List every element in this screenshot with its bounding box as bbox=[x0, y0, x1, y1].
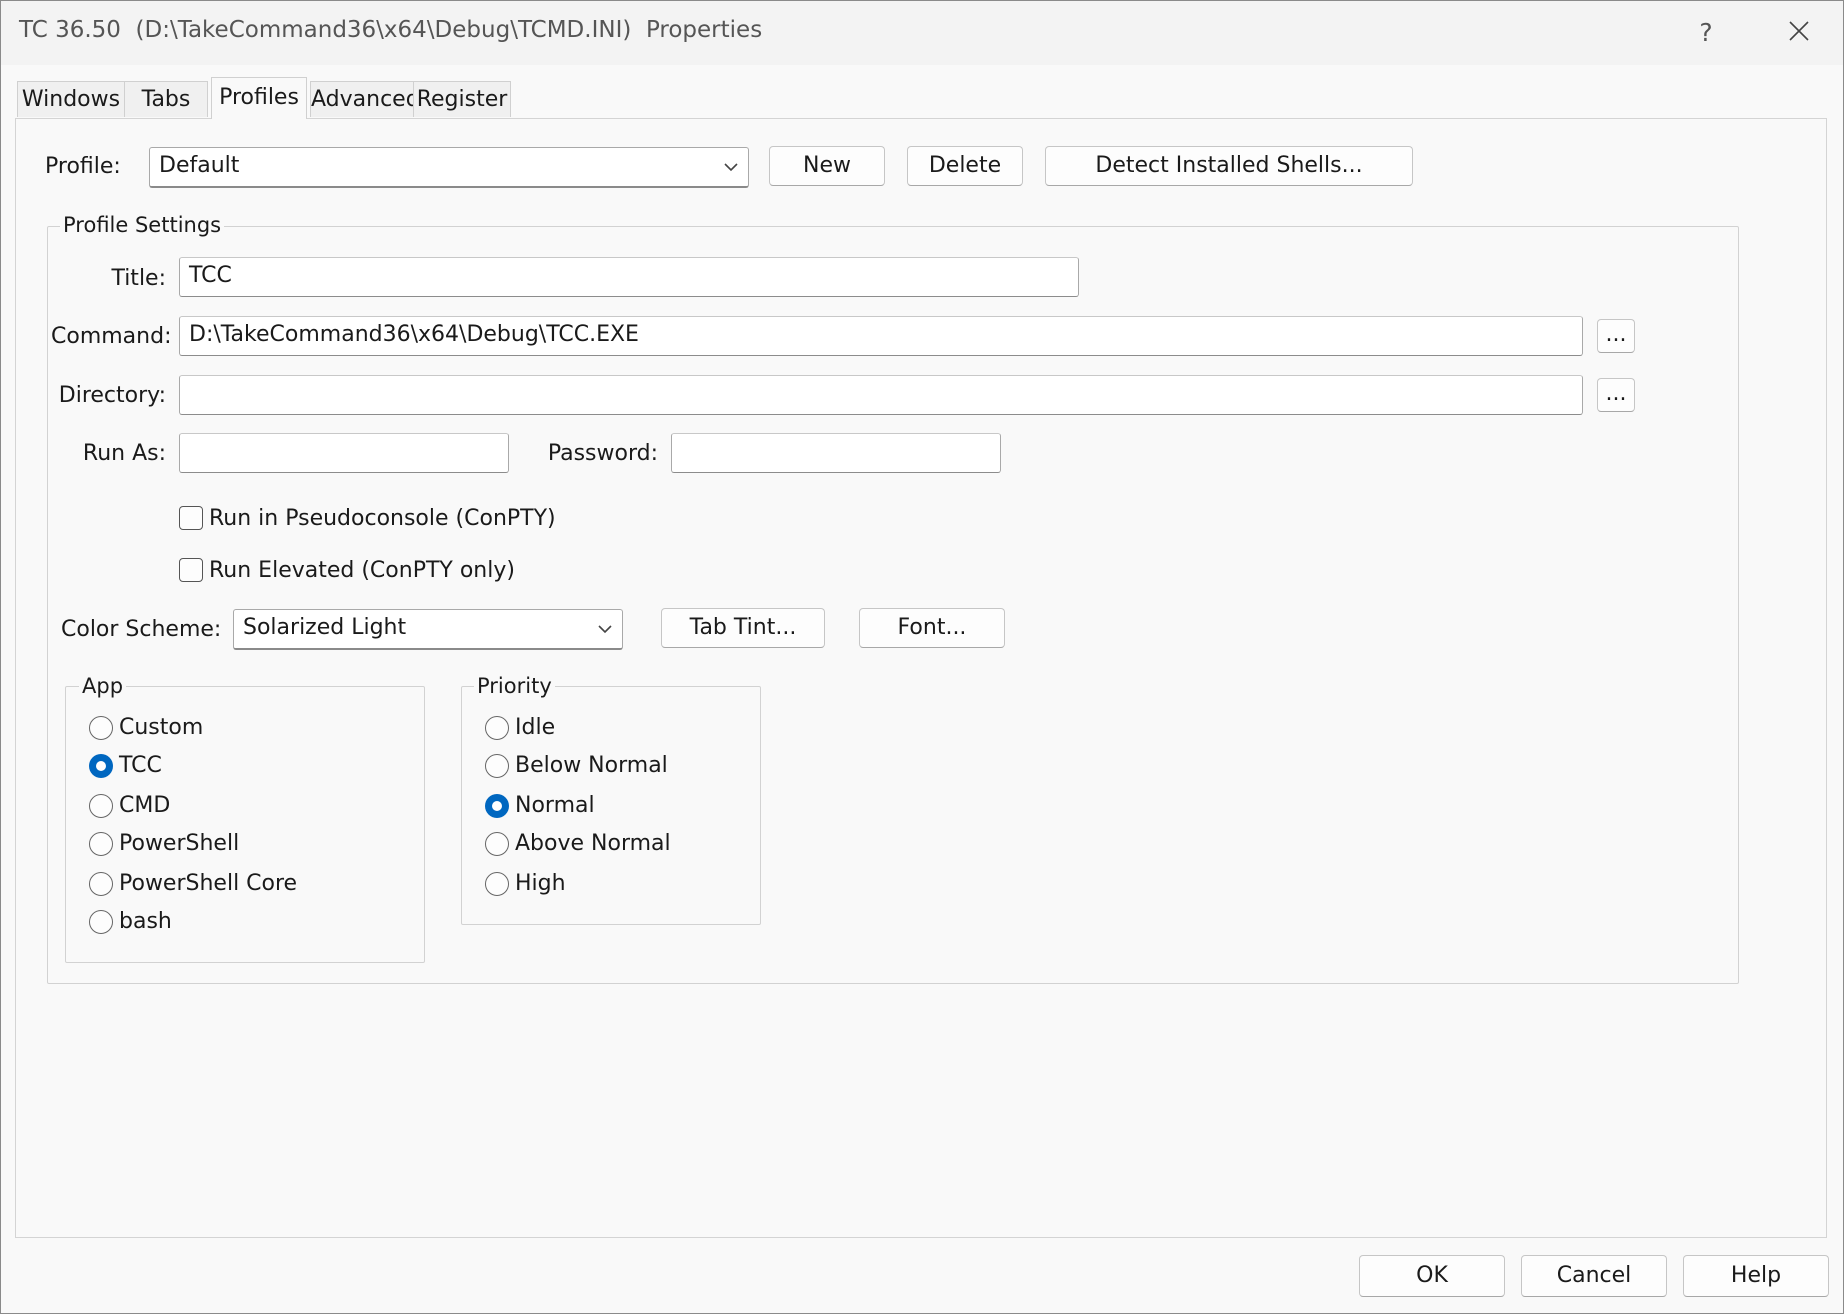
conpty-checkbox[interactable] bbox=[179, 506, 203, 530]
app-option-label[interactable]: bash bbox=[119, 909, 172, 934]
ok-button[interactable]: OK bbox=[1359, 1255, 1505, 1297]
font-button[interactable]: Font... bbox=[859, 608, 1005, 648]
close-button[interactable] bbox=[1771, 11, 1827, 55]
tab-advanced[interactable]: Advanced bbox=[310, 81, 420, 117]
app-radio[interactable] bbox=[89, 910, 113, 934]
tab-register[interactable]: Register bbox=[413, 81, 511, 117]
directory-input[interactable] bbox=[179, 375, 1583, 415]
tab-tint-button[interactable]: Tab Tint... bbox=[661, 608, 825, 648]
password-label: Password: bbox=[547, 441, 658, 466]
profile-label: Profile: bbox=[45, 154, 121, 179]
elevated-checkbox[interactable] bbox=[179, 558, 203, 582]
priority-radio[interactable] bbox=[485, 832, 509, 856]
app-radio[interactable] bbox=[89, 794, 113, 818]
conpty-label[interactable]: Run in Pseudoconsole (ConPTY) bbox=[209, 506, 556, 531]
new-button[interactable]: New bbox=[769, 146, 885, 186]
profile-settings-title: Profile Settings bbox=[60, 213, 225, 237]
color-scheme-label: Color Scheme: bbox=[61, 617, 222, 642]
tab-profiles[interactable]: Profiles bbox=[211, 77, 307, 119]
directory-browse-button[interactable]: ... bbox=[1597, 378, 1635, 412]
profile-select[interactable]: Default bbox=[149, 147, 749, 188]
runas-label: Run As: bbox=[82, 441, 166, 466]
app-radio[interactable] bbox=[89, 832, 113, 856]
app-radio[interactable] bbox=[89, 754, 113, 778]
detect-shells-button[interactable]: Detect Installed Shells... bbox=[1045, 146, 1413, 186]
command-input[interactable]: D:\TakeCommand36\x64\Debug\TCC.EXE bbox=[179, 316, 1583, 356]
chevron-down-icon bbox=[598, 625, 612, 634]
priority-radio[interactable] bbox=[485, 754, 509, 778]
tab-windows[interactable]: Windows bbox=[17, 81, 125, 117]
chevron-down-icon bbox=[724, 163, 738, 172]
color-scheme-select[interactable]: Solarized Light bbox=[233, 609, 623, 650]
priority-option-label[interactable]: Above Normal bbox=[515, 831, 671, 856]
priority-radio[interactable] bbox=[485, 716, 509, 740]
runas-input[interactable] bbox=[179, 433, 509, 473]
app-radio[interactable] bbox=[89, 872, 113, 896]
title-input[interactable]: TCC bbox=[179, 257, 1079, 297]
tab-tabs[interactable]: Tabs bbox=[124, 81, 208, 117]
priority-radio[interactable] bbox=[485, 872, 509, 896]
directory-label: Directory: bbox=[58, 383, 166, 408]
window-title: TC 36.50 (D:\TakeCommand36\x64\Debug\TCM… bbox=[19, 17, 763, 43]
close-icon bbox=[1789, 21, 1809, 41]
app-option-label[interactable]: TCC bbox=[119, 753, 162, 778]
help-button[interactable]: Help bbox=[1683, 1255, 1829, 1297]
app-option-label[interactable]: CMD bbox=[119, 793, 170, 818]
priority-radio[interactable] bbox=[485, 794, 509, 818]
priority-option-label[interactable]: Idle bbox=[515, 715, 555, 740]
properties-dialog: TC 36.50 (D:\TakeCommand36\x64\Debug\TCM… bbox=[0, 0, 1844, 1314]
app-option-label[interactable]: PowerShell bbox=[119, 831, 239, 856]
command-label: Command: bbox=[51, 324, 172, 349]
app-option-label[interactable]: PowerShell Core bbox=[119, 871, 297, 896]
password-input[interactable] bbox=[671, 433, 1001, 473]
elevated-label[interactable]: Run Elevated (ConPTY only) bbox=[209, 558, 515, 583]
delete-button[interactable]: Delete bbox=[907, 146, 1023, 186]
app-radio[interactable] bbox=[89, 716, 113, 740]
help-icon[interactable]: ? bbox=[1681, 13, 1731, 53]
profile-value: Default bbox=[159, 153, 240, 178]
title-bar: TC 36.50 (D:\TakeCommand36\x64\Debug\TCM… bbox=[1, 1, 1843, 65]
title-label: Title: bbox=[111, 266, 166, 291]
priority-option-label[interactable]: High bbox=[515, 871, 566, 896]
command-browse-button[interactable]: ... bbox=[1597, 319, 1635, 353]
priority-option-label[interactable]: Normal bbox=[515, 793, 595, 818]
cancel-button[interactable]: Cancel bbox=[1521, 1255, 1667, 1297]
priority-option-label[interactable]: Below Normal bbox=[515, 753, 668, 778]
priority-group-title: Priority bbox=[474, 674, 555, 698]
color-scheme-value: Solarized Light bbox=[243, 615, 407, 640]
app-option-label[interactable]: Custom bbox=[119, 715, 203, 740]
app-group-title: App bbox=[79, 674, 127, 698]
